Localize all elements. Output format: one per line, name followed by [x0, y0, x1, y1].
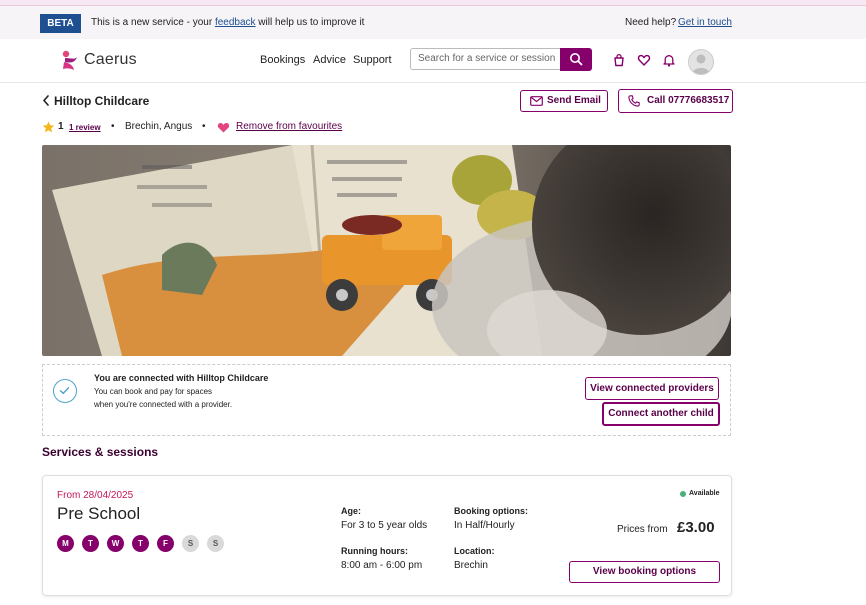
connection-title: You are connected with Hilltop Childcare	[94, 373, 269, 383]
user-avatar-icon	[692, 54, 710, 74]
nav-advice[interactable]: Advice	[313, 54, 346, 66]
help-text: Need help?	[625, 17, 677, 28]
provider-hero-image	[42, 145, 731, 356]
heart-icon[interactable]	[637, 53, 651, 67]
price-value: £3.00	[677, 519, 715, 536]
avatar[interactable]	[688, 49, 714, 75]
view-booking-options-button[interactable]: View booking options	[569, 561, 720, 583]
search-input[interactable]: Search for a service or session	[410, 48, 560, 70]
connection-line-2: when you're connected with a provider.	[94, 400, 233, 409]
remove-favourite-link[interactable]: Remove from favourites	[236, 121, 342, 132]
get-in-touch-link[interactable]: Get in touch	[678, 17, 732, 28]
day-monday: M	[57, 535, 74, 552]
age-value: For 3 to 5 year olds	[341, 520, 428, 531]
site-header: Caerus Bookings Advice Support Search fo…	[0, 39, 866, 83]
search-icon	[570, 53, 583, 66]
view-connected-providers-button[interactable]: View connected providers	[585, 377, 719, 400]
hours-value: 8:00 am - 6:00 pm	[341, 560, 423, 571]
star-icon	[42, 121, 55, 133]
day-sunday: S	[207, 535, 224, 552]
provider-location: Brechin, Angus	[125, 121, 193, 132]
beta-text-after: will help us to improve it	[255, 17, 365, 28]
caerus-logo[interactable]: Caerus	[61, 50, 151, 72]
day-tuesday: T	[82, 535, 99, 552]
connection-line-1: You can book and pay for spaces	[94, 387, 213, 396]
send-email-button[interactable]: Send Email	[520, 90, 608, 112]
day-friday: F	[157, 535, 174, 552]
service-start-date: From 28/04/2025	[57, 490, 134, 501]
call-label: Call 07776683517	[647, 95, 730, 106]
search-button[interactable]	[560, 48, 592, 71]
logo-mark-icon	[62, 50, 77, 70]
rating-value: 1	[58, 121, 64, 132]
bell-icon[interactable]	[662, 53, 676, 67]
services-section-title: Services & sessions	[42, 445, 159, 459]
send-email-label: Send Email	[547, 95, 601, 106]
connection-panel: You are connected with Hilltop Childcare…	[42, 364, 731, 436]
prices-from-label: Prices from	[617, 524, 668, 535]
reviews-link[interactable]: 1 review	[69, 123, 101, 132]
beta-tag: BETA	[40, 14, 81, 33]
meta-separator: •	[111, 121, 115, 132]
nav-bookings[interactable]: Bookings	[260, 54, 305, 66]
hero-illustration	[42, 145, 731, 356]
favourite-heart-icon	[217, 123, 230, 133]
feedback-link[interactable]: feedback	[215, 17, 256, 28]
location-value: Brechin	[454, 560, 488, 571]
booking-options-label: Booking options:	[454, 506, 528, 516]
back-link[interactable]: Hilltop Childcare	[42, 94, 149, 108]
meta-separator-2: •	[202, 121, 206, 132]
beta-message: This is a new service - your feedback wi…	[91, 17, 364, 28]
age-label: Age:	[341, 506, 361, 516]
nav-support[interactable]: Support	[353, 54, 392, 66]
mail-icon	[530, 96, 543, 106]
day-saturday: S	[182, 535, 199, 552]
phone-icon	[628, 95, 640, 107]
logo-text: Caerus	[84, 51, 137, 68]
service-title: Pre School	[57, 504, 141, 523]
day-wednesday: W	[107, 535, 124, 552]
hours-label: Running hours:	[341, 546, 408, 556]
basket-icon[interactable]	[612, 53, 626, 67]
chevron-left-icon	[43, 95, 49, 106]
beta-text-before: This is a new service - your	[91, 17, 215, 28]
availability-status: Available	[689, 490, 720, 497]
call-button[interactable]: Call 07776683517	[618, 89, 733, 113]
day-thursday: T	[132, 535, 149, 552]
beta-banner: BETA This is a new service - your feedba…	[0, 5, 866, 40]
connect-another-child-button[interactable]: Connect another child	[602, 402, 720, 426]
location-label: Location:	[454, 546, 495, 556]
provider-name: Hilltop Childcare	[54, 94, 150, 108]
available-dot	[680, 491, 686, 497]
check-icon	[59, 387, 70, 395]
service-card: From 28/04/2025 Pre School M T W T F S S…	[42, 475, 732, 596]
booking-options-value: In Half/Hourly	[454, 520, 515, 531]
check-circle-icon	[53, 379, 77, 403]
